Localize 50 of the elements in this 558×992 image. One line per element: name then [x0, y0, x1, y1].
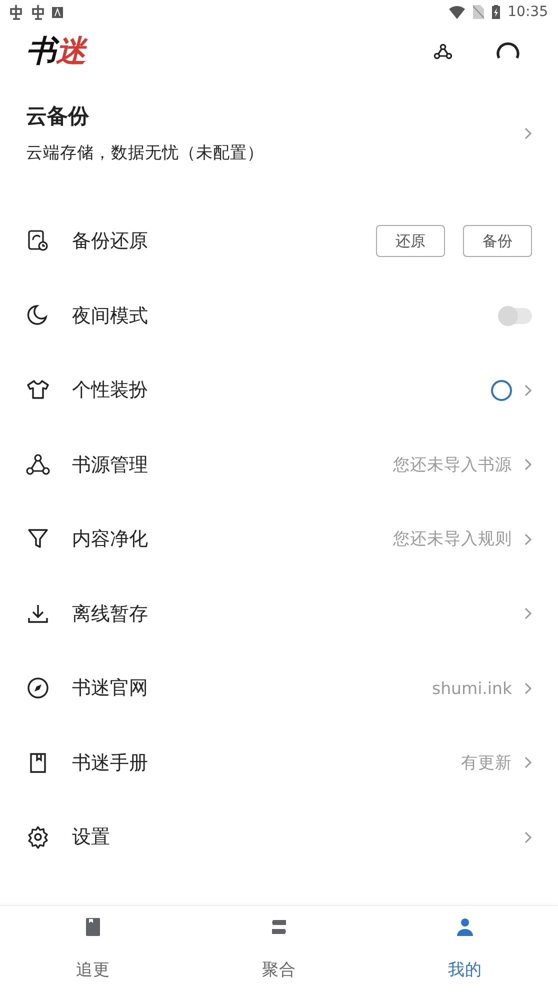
settings-item[interactable]: 夜间模式	[0, 278, 558, 353]
backup-restore-row[interactable]: 备份还原 还原 备份	[0, 204, 558, 278]
nav-tab[interactable]: 聚合	[186, 906, 372, 992]
settings-value: 有更新	[461, 752, 512, 774]
chevron-icon	[524, 830, 532, 844]
compass-icon	[26, 676, 50, 700]
chevron-icon	[524, 682, 532, 695]
section-subtitle: 云端存储，数据无忧（未配置）	[26, 142, 265, 164]
settings-label: 备份还原	[72, 229, 149, 254]
action-button[interactable]: 备份	[463, 225, 532, 258]
settings-label: 离线暂存	[72, 602, 149, 627]
app-logo: 书迷	[26, 34, 86, 69]
chevron-icon	[524, 126, 532, 140]
section-title: 云备份	[26, 103, 90, 130]
chevron-icon	[524, 458, 532, 472]
settings-item[interactable]: 书迷手册 有更新	[0, 726, 558, 800]
settings-item[interactable]: 书迷官网 shumi.ink	[0, 651, 558, 726]
settings-label: 夜间模式	[72, 304, 149, 329]
toggle-switch[interactable]	[500, 308, 532, 324]
nodes-icon[interactable]	[434, 43, 452, 61]
nav-tab[interactable]: 我的	[372, 906, 558, 992]
chevron-icon	[524, 756, 532, 770]
no-sim-icon	[472, 5, 484, 19]
cloud-backup-row[interactable]: 云备份 云端存储，数据无忧（未配置）	[0, 80, 558, 198]
settings-icon	[26, 825, 50, 850]
settings-value: 您还未导入书源	[393, 454, 512, 476]
settings-label: 书迷手册	[72, 750, 149, 776]
moon-icon	[26, 304, 50, 328]
settings-label: 书源管理	[72, 452, 149, 478]
settings-label: 设置	[72, 825, 111, 850]
battery-icon	[492, 5, 500, 19]
chevron-icon	[524, 532, 532, 546]
settings-value: 您还未导入规则	[393, 528, 512, 550]
chevron-icon	[524, 607, 532, 620]
chevron-icon	[524, 384, 532, 397]
settings-item[interactable]: 个性装扮	[0, 353, 558, 428]
clock-time: 10:35	[508, 4, 548, 20]
nav-tab[interactable]: 追更	[0, 906, 186, 992]
nodes-icon	[26, 452, 50, 477]
settings-item[interactable]: 书源管理 您还未导入书源	[0, 428, 558, 502]
settings-label: 个性装扮	[72, 378, 149, 404]
settings-value: shumi.ink	[432, 678, 512, 698]
backup-icon	[26, 229, 50, 254]
settings-label: 内容净化	[72, 527, 149, 552]
action-button[interactable]: 还原	[376, 225, 445, 258]
settings-item[interactable]: 离线暂存	[0, 576, 558, 651]
wifi-icon	[448, 6, 465, 18]
settings-label: 书迷官网	[72, 676, 149, 702]
settings-item[interactable]: 内容净化 您还未导入规则	[0, 502, 558, 576]
settings-item[interactable]: 设置	[0, 800, 558, 874]
